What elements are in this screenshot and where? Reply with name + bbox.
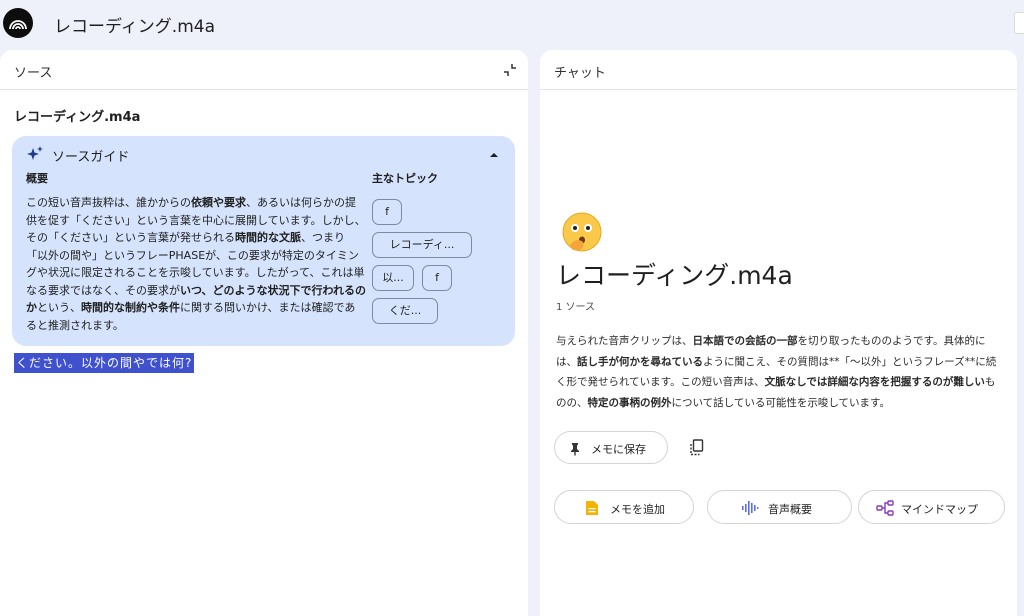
audio-overview-button[interactable]: 音声概要 [707, 490, 852, 524]
source-name: レコーディング.m4a [14, 110, 141, 125]
audio-wave-icon [741, 500, 759, 520]
summary-text-segment: 話し手が何かを尋ねている [577, 355, 703, 368]
topic-chip[interactable]: f [422, 265, 452, 291]
overview-text-segment: 時間的な制約や条件 [81, 301, 180, 314]
save-to-note-button[interactable]: メモに保存 [554, 431, 668, 464]
side-edge-tab[interactable] [1014, 12, 1024, 34]
chat-panel-header: チャット [540, 50, 1017, 90]
overview-text-segment: 依頼や要求 [191, 196, 246, 209]
note-icon [585, 500, 599, 520]
notebook-summary: 与えられた音声クリップは、日本語での会話の一部を切り取ったもののようです。具体的… [556, 331, 1004, 413]
add-note-button[interactable]: メモを追加 [554, 490, 694, 524]
source-guide-title: ソースガイド [52, 150, 130, 165]
overview-label: 概要 [26, 172, 48, 185]
notebook-title[interactable]: レコーディング.m4a [54, 12, 215, 37]
mind-map-label: マインドマップ [901, 503, 978, 516]
mindmap-icon [876, 500, 894, 520]
topic-chip[interactable]: くだ... [372, 298, 438, 324]
sparkle-icon [26, 145, 44, 167]
mind-map-button[interactable]: マインドマップ [858, 490, 1005, 524]
thinking-face-icon [560, 210, 604, 254]
summary-text-segment: 日本語での会話の一部 [692, 335, 798, 347]
chat-panel-title: チャット [554, 66, 606, 81]
add-note-label: メモを追加 [610, 503, 665, 516]
selected-text[interactable]: ください。以外の間やでは何? [14, 353, 195, 373]
topic-chip[interactable]: 以... [372, 265, 414, 291]
summary-text-segment: について話している可能性を示唆しています。 [671, 396, 891, 409]
topic-chip[interactable]: f [372, 199, 402, 225]
source-panel: ソース レコーディング.m4a ソースガイド 概要 この短い音声抜粋は、誰かから… [0, 50, 528, 616]
summary-text-segment: 特定の事柄の例外 [587, 396, 672, 409]
overview-text-segment: この短い音声抜粋は、誰かからの [26, 196, 191, 209]
overview-text-segment: 時間的な文脈 [235, 231, 301, 244]
overview-text-segment: という、 [37, 301, 81, 314]
summary-text-segment: 文脈なしでは詳細な内容を把握するのが難しい [764, 376, 985, 388]
collapse-icon[interactable] [502, 62, 518, 78]
chevron-up-icon[interactable] [487, 147, 501, 161]
chat-panel: チャット レコーディング.m4a 1 ソース 与えられた音声クリップは、日本語で… [540, 50, 1017, 616]
topics-label: 主なトピック [372, 172, 438, 185]
app-logo[interactable] [3, 8, 33, 38]
summary-text-segment: 与えられた音声クリップは、 [556, 335, 693, 347]
top-bar: レコーディング.m4a [0, 0, 1024, 48]
logo-icon [9, 20, 27, 30]
audio-overview-label: 音声概要 [768, 503, 812, 516]
source-guide-header[interactable]: ソースガイド [26, 144, 501, 167]
topic-chip[interactable]: レコーディ... [372, 232, 472, 258]
overview-text: この短い音声抜粋は、誰かからの依頼や要求、あるいは何らかの提供を促す「ください」… [26, 194, 366, 334]
save-to-note-label: メモに保存 [591, 443, 646, 456]
source-panel-header: ソース [0, 50, 528, 90]
copy-icon[interactable] [689, 439, 705, 457]
source-panel-title: ソース [14, 66, 53, 81]
source-count: 1 ソース [556, 302, 596, 313]
source-guide-card: ソースガイド 概要 この短い音声抜粋は、誰かからの依頼や要求、あるいは何らかの提… [12, 136, 515, 346]
notebook-heading: レコーディング.m4a [556, 261, 793, 290]
pin-icon [569, 441, 581, 460]
